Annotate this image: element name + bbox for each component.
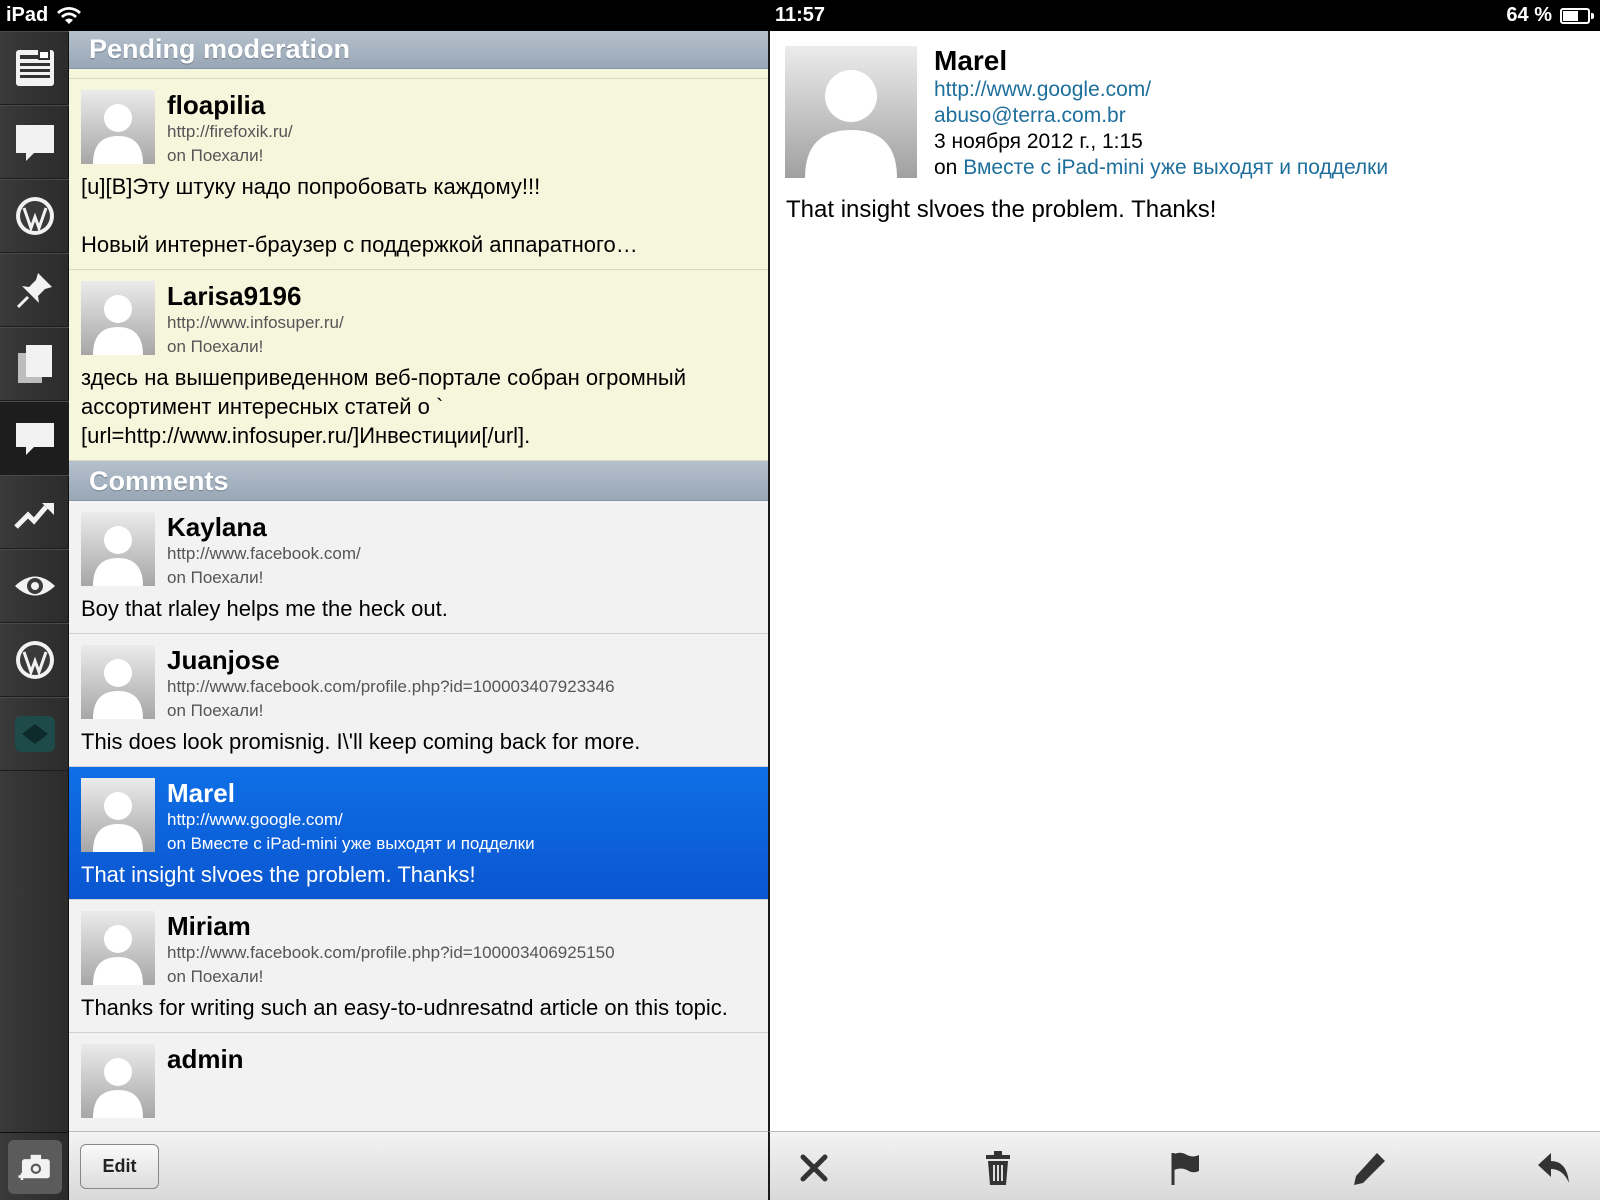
comment-author: floapilia — [167, 90, 266, 120]
list-item[interactable]: Miriam http://www.facebook.com/profile.p… — [69, 900, 768, 1033]
comment-author: admin — [167, 1044, 244, 1074]
sidebar-item-pages[interactable] — [0, 327, 69, 401]
comment-body: здесь на вышеприведенном веб-портале соб… — [81, 365, 687, 448]
list-item-selected[interactable]: Marel http://www.google.com/ on Вместе с… — [69, 767, 768, 900]
comment-url: http://www.facebook.com/profile.php?id=1… — [167, 677, 615, 696]
spam-button[interactable] — [1162, 1146, 1206, 1190]
detail-author: Marel — [934, 45, 1008, 76]
comment-author: Kaylana — [167, 512, 267, 542]
comment-body: This does look promisnig. I\'ll keep com… — [81, 729, 641, 754]
comment-url: http://www.facebook.com/ — [167, 544, 361, 563]
avatar — [81, 778, 155, 852]
eye-icon — [14, 576, 55, 596]
blog-switch-icon — [14, 716, 55, 752]
battery-percent: 64 % — [1506, 4, 1552, 26]
avatar — [81, 90, 155, 164]
comment-list[interactable]: Pending moderation floapilia http://fire… — [69, 31, 768, 1131]
comment-author: Larisa9196 — [167, 281, 302, 311]
list-toolbar: Edit — [69, 1131, 768, 1200]
comment-url: http://www.facebook.com/profile.php?id=1… — [167, 943, 615, 962]
comment-post: on Поехали! — [167, 701, 264, 720]
comment-post: on Поехали! — [167, 337, 264, 356]
detail-url-link[interactable]: http://www.google.com/ — [934, 77, 1388, 103]
comment-post: on Поехали! — [167, 568, 264, 587]
comment-url: http://firefoxik.ru/ — [167, 122, 293, 141]
stats-icon — [13, 503, 54, 529]
reader-icon — [15, 50, 54, 86]
status-bar: iPad 11:57 64 % — [0, 0, 1600, 31]
detail-toolbar — [768, 1131, 1600, 1200]
avatar — [81, 911, 155, 985]
list-item[interactable]: Juanjose http://www.facebook.com/profile… — [69, 634, 768, 767]
pending-section-header: Pending moderation — [69, 31, 768, 69]
wordpress-icon — [15, 641, 54, 679]
sidebar — [0, 31, 69, 1200]
edit-button[interactable]: Edit — [80, 1144, 159, 1189]
sidebar-item-dashboard[interactable] — [0, 623, 69, 697]
comment-post: on Поехали! — [167, 967, 264, 986]
avatar — [81, 645, 155, 719]
list-item[interactable]: floapilia http://firefoxik.ru/ on Поехал… — [69, 79, 768, 270]
clock: 11:57 — [774, 4, 826, 26]
detail-date: 3 ноября 2012 г., 1:15 — [934, 130, 1143, 153]
delete-button[interactable] — [976, 1146, 1020, 1190]
comment-url: http://www.google.com/ — [167, 810, 343, 829]
edit-comment-button[interactable] — [1348, 1146, 1392, 1190]
detail-email-link[interactable]: abuso@terra.com.br — [934, 103, 1388, 129]
sidebar-item-reader[interactable] — [0, 31, 69, 105]
avatar — [81, 1044, 155, 1118]
camera-plus-icon — [17, 1154, 50, 1180]
battery-icon — [1560, 7, 1594, 24]
speech-bubble-icon — [15, 125, 54, 161]
list-item[interactable]: Larisa9196 http://www.infosuper.ru/ on П… — [69, 270, 768, 461]
wordpress-icon — [15, 197, 54, 235]
sidebar-item-stats[interactable] — [0, 475, 69, 549]
pushpin-icon — [16, 273, 52, 309]
list-item[interactable]: Kaylana http://www.facebook.com/ on Поех… — [69, 501, 768, 634]
sidebar-item-comments-new[interactable] — [0, 105, 69, 179]
comment-author: Juanjose — [167, 645, 280, 675]
comment-author: Miriam — [167, 911, 251, 941]
avatar — [81, 512, 155, 586]
sidebar-item-blog-switch[interactable] — [0, 697, 69, 771]
pages-icon — [17, 345, 52, 383]
close-icon — [800, 1154, 828, 1182]
list-item[interactable]: admin — [69, 1033, 768, 1131]
reply-icon — [1538, 1153, 1569, 1183]
reply-button[interactable] — [1532, 1146, 1576, 1190]
pencil-icon — [1354, 1153, 1385, 1185]
detail-post-link[interactable]: Вместе с iPad-mini уже выходят и подделк… — [963, 156, 1388, 179]
detail-avatar — [785, 46, 917, 178]
comment-detail: Marel http://www.google.com/ abuso@terra… — [768, 31, 1600, 1131]
comment-post: on Поехали! — [167, 146, 264, 165]
sidebar-item-blog[interactable] — [0, 179, 69, 253]
comment-body: Thanks for writing such an easy-to-udnre… — [81, 995, 728, 1020]
comments-section-header: Comments — [69, 461, 768, 501]
flag-icon — [1171, 1152, 1199, 1185]
comments-icon — [15, 423, 54, 455]
comment-body: Boy that rlaley helps me the heck out. — [81, 596, 448, 621]
unapprove-button[interactable] — [792, 1146, 836, 1190]
avatar — [81, 281, 155, 355]
detail-body: That insight slvoes the problem. Thanks! — [786, 196, 1217, 223]
list-spacer — [69, 69, 768, 79]
detail-post-line: on Вместе с iPad-mini уже выходят и подд… — [934, 155, 1388, 181]
comment-body: [u][B]Эту штуку надо попробовать каждому… — [81, 174, 638, 257]
comment-author: Marel — [167, 778, 235, 808]
comment-body: That insight slvoes the problem. Thanks! — [81, 862, 476, 887]
sidebar-item-view-site[interactable] — [0, 549, 69, 623]
sidebar-item-comments[interactable] — [0, 401, 69, 475]
sidebar-item-pinned[interactable] — [0, 253, 69, 327]
comment-post: on Вместе с iPad-mini уже выходят и подд… — [167, 834, 535, 853]
comment-url: http://www.infosuper.ru/ — [167, 313, 344, 332]
camera-button[interactable] — [0, 1132, 69, 1200]
trash-icon — [986, 1151, 1010, 1185]
detail-on-prefix: on — [934, 156, 958, 179]
